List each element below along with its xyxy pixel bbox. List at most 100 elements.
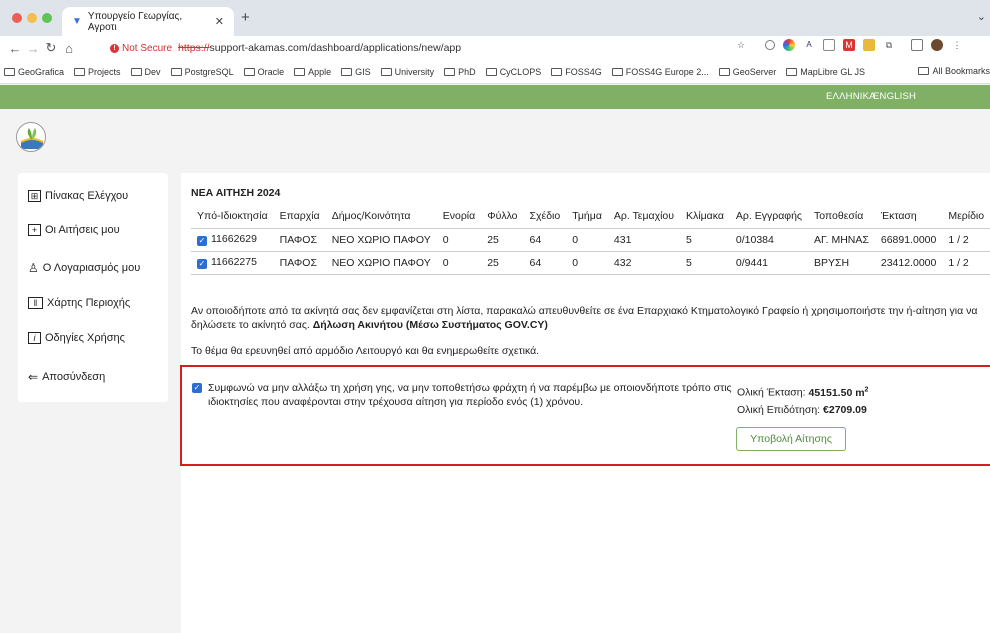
column-header: Τμήμα <box>566 205 608 229</box>
lang-greek-link[interactable]: ΕΛΛΗΝΙΚΑ <box>826 91 876 102</box>
table-cell: 431 <box>607 228 680 252</box>
sidebar-toggle-icon[interactable] <box>911 39 923 51</box>
folder-icon <box>130 67 142 76</box>
new-tab-icon[interactable]: + <box>241 9 250 26</box>
bookmark-item[interactable]: PhD <box>444 67 476 77</box>
sidebar-item-map[interactable]: ‖ Χάρτης Περιοχής <box>28 297 130 309</box>
table-cell: ΒΡΥΣΗ <box>807 251 875 275</box>
color-extension-icon[interactable] <box>783 39 795 51</box>
note-text: Αν οποιοδήποτε από τα ακίνητά σας δεν εμ… <box>191 305 978 331</box>
sidebar-item-label: Οι Αιτήσεις μου <box>45 224 120 236</box>
user-icon: ♙ <box>28 261 39 275</box>
sidebar-item-guide[interactable]: i Οδηγίες Χρήσης <box>28 332 125 344</box>
avatar[interactable] <box>931 39 943 51</box>
more-menu-icon[interactable]: ⋮ <box>951 39 963 51</box>
browser-tab[interactable]: ▼ Υπουργείο Γεωργίας, Αγροτι ✕ <box>62 7 234 36</box>
table-cell: 0/9441 <box>729 251 808 275</box>
column-header: Αρ. Τεμαχίου <box>607 205 680 229</box>
plus-square-icon: + <box>28 224 41 236</box>
lang-english-link[interactable]: ENGLISH <box>873 91 916 102</box>
sidebar-item-dashboard[interactable]: ⊞ Πίνακας Ελέγχου <box>28 190 128 202</box>
all-bookmarks[interactable]: All Bookmarks <box>912 66 990 76</box>
bookmark-item[interactable]: GIS <box>341 67 371 77</box>
ministry-logo[interactable] <box>16 122 46 152</box>
folder-icon <box>611 67 623 76</box>
row-checkbox[interactable]: ✓ <box>197 259 207 269</box>
column-header: Υπό-Ιδιοκτησία <box>191 205 274 229</box>
forward-icon[interactable]: → <box>24 41 42 56</box>
bookmark-item[interactable]: GeoServer <box>718 67 776 77</box>
bookmark-item[interactable]: CyCLOPS <box>485 67 541 77</box>
sidebar-item-logout[interactable]: ⇐ Αποσύνδεση <box>28 370 105 384</box>
total-area-value: 45151.50 m2 <box>808 386 869 399</box>
folder-icon <box>718 67 730 76</box>
folder-icon <box>380 67 392 76</box>
bookmark-item[interactable]: GeoGrafica <box>4 67 64 77</box>
table-cell[interactable]: ✓ 11662275 <box>191 251 274 275</box>
bookmark-item[interactable]: Dev <box>130 67 161 77</box>
table-cell: 1 / 2 <box>942 251 990 275</box>
table-cell[interactable]: ✓ 11662629 <box>191 228 274 252</box>
column-header: Κλίμακα <box>680 205 730 229</box>
lens-icon[interactable] <box>765 40 775 50</box>
not-secure-badge[interactable]: ! Not Secure <box>110 43 172 54</box>
table-cell: 25 <box>481 228 524 252</box>
column-header: Φύλλο <box>481 205 524 229</box>
folder-icon <box>551 67 563 76</box>
puzzle-icon[interactable]: ⧉ <box>883 39 895 51</box>
agreement-panel: ✓ Συμφωνώ να μην αλλάξω τη χρήση γης, να… <box>180 365 990 466</box>
row-checkbox[interactable]: ✓ <box>197 236 207 246</box>
red-extension-icon[interactable]: M <box>843 39 855 51</box>
bookmark-item[interactable]: University <box>380 67 434 77</box>
not-secure-label: Not Secure <box>122 42 173 54</box>
bookmark-item[interactable]: Apple <box>294 67 331 77</box>
folder-icon <box>4 67 15 76</box>
total-area-label: Ολική Έκταση: <box>737 386 806 399</box>
folder-icon <box>918 67 930 75</box>
bookmark-item[interactable]: Projects <box>74 67 121 77</box>
text-extension-icon[interactable]: A <box>803 39 815 51</box>
chevron-down-icon[interactable]: ⌄ <box>977 10 986 23</box>
table-cell: 64 <box>523 228 567 252</box>
url-field[interactable]: ! Not Secure https://support-akamas.com/… <box>110 39 730 57</box>
back-icon[interactable]: ← <box>6 41 24 56</box>
yellow-extension-icon[interactable] <box>863 39 875 51</box>
sidebar-item-applications[interactable]: + Οι Αιτήσεις μου <box>28 224 120 236</box>
page-extension-icon[interactable] <box>823 39 835 51</box>
close-tab-icon[interactable]: ✕ <box>215 15 224 28</box>
site-header: ΕΛΛΗΝΙΚΑ ENGLISH <box>0 85 990 109</box>
close-window-button[interactable] <box>12 13 22 23</box>
sidebar-item-label: Χάρτης Περιοχής <box>47 297 131 309</box>
table-cell: ΠΑΦΟΣ <box>273 251 326 275</box>
sidebar-item-account[interactable]: ♙ Ο Λογαριασμός μου <box>28 261 140 275</box>
table-cell: 0 <box>566 251 608 275</box>
agreement-text: Συμφωνώ να μην αλλάξω τη χρήση γης, να μ… <box>208 382 732 408</box>
bookmark-item[interactable]: PostgreSQL <box>170 67 234 77</box>
column-header: Αρ. Εγγραφής <box>729 205 808 229</box>
table-cell: 64 <box>523 251 567 275</box>
browser-tab-bar: ▼ Υπουργείο Γεωργίας, Αγροτι ✕ + ⌄ <box>0 0 990 36</box>
map-icon: ‖ <box>28 297 43 309</box>
folder-icon <box>74 67 86 76</box>
favicon-icon: ▼ <box>72 16 82 27</box>
bookmark-item[interactable]: FOSS4G Europe 2... <box>611 67 709 77</box>
bookmark-item[interactable]: FOSS4G <box>551 67 602 77</box>
folder-icon <box>485 67 497 76</box>
bookmark-item[interactable]: Oracle <box>243 67 284 77</box>
table-cell: 5 <box>680 228 730 252</box>
declare-property-link[interactable]: Δήλωση Ακινήτου (Μέσω Συστήματος GOV.CY) <box>313 319 548 331</box>
table-cell: 25 <box>481 251 524 275</box>
sidebar: ⊞ Πίνακας Ελέγχου + Οι Αιτήσεις μου ♙ Ο … <box>18 173 168 402</box>
column-header: Δήμος/Κοινότητα <box>325 205 437 229</box>
minimize-window-button[interactable] <box>27 13 37 23</box>
home-icon[interactable]: ⌂ <box>60 41 78 56</box>
maximize-window-button[interactable] <box>42 13 52 23</box>
agreement-checkbox-row[interactable]: ✓ Συμφωνώ να μην αλλάξω τη χρήση γης, να… <box>192 381 732 409</box>
table-cell: ΝΕΟ ΧΩΡΙΟ ΠΑΦΟΥ <box>325 251 437 275</box>
star-icon[interactable]: ☆ <box>735 39 747 51</box>
url-path: support-akamas.com/dashboard/application… <box>209 42 462 54</box>
reload-icon[interactable]: ↻ <box>42 40 60 56</box>
agreement-checkbox[interactable]: ✓ <box>192 383 202 393</box>
bookmark-item[interactable]: MapLibre GL JS <box>786 67 865 77</box>
submit-application-button[interactable]: Υποβολή Αίτησης <box>736 427 846 451</box>
